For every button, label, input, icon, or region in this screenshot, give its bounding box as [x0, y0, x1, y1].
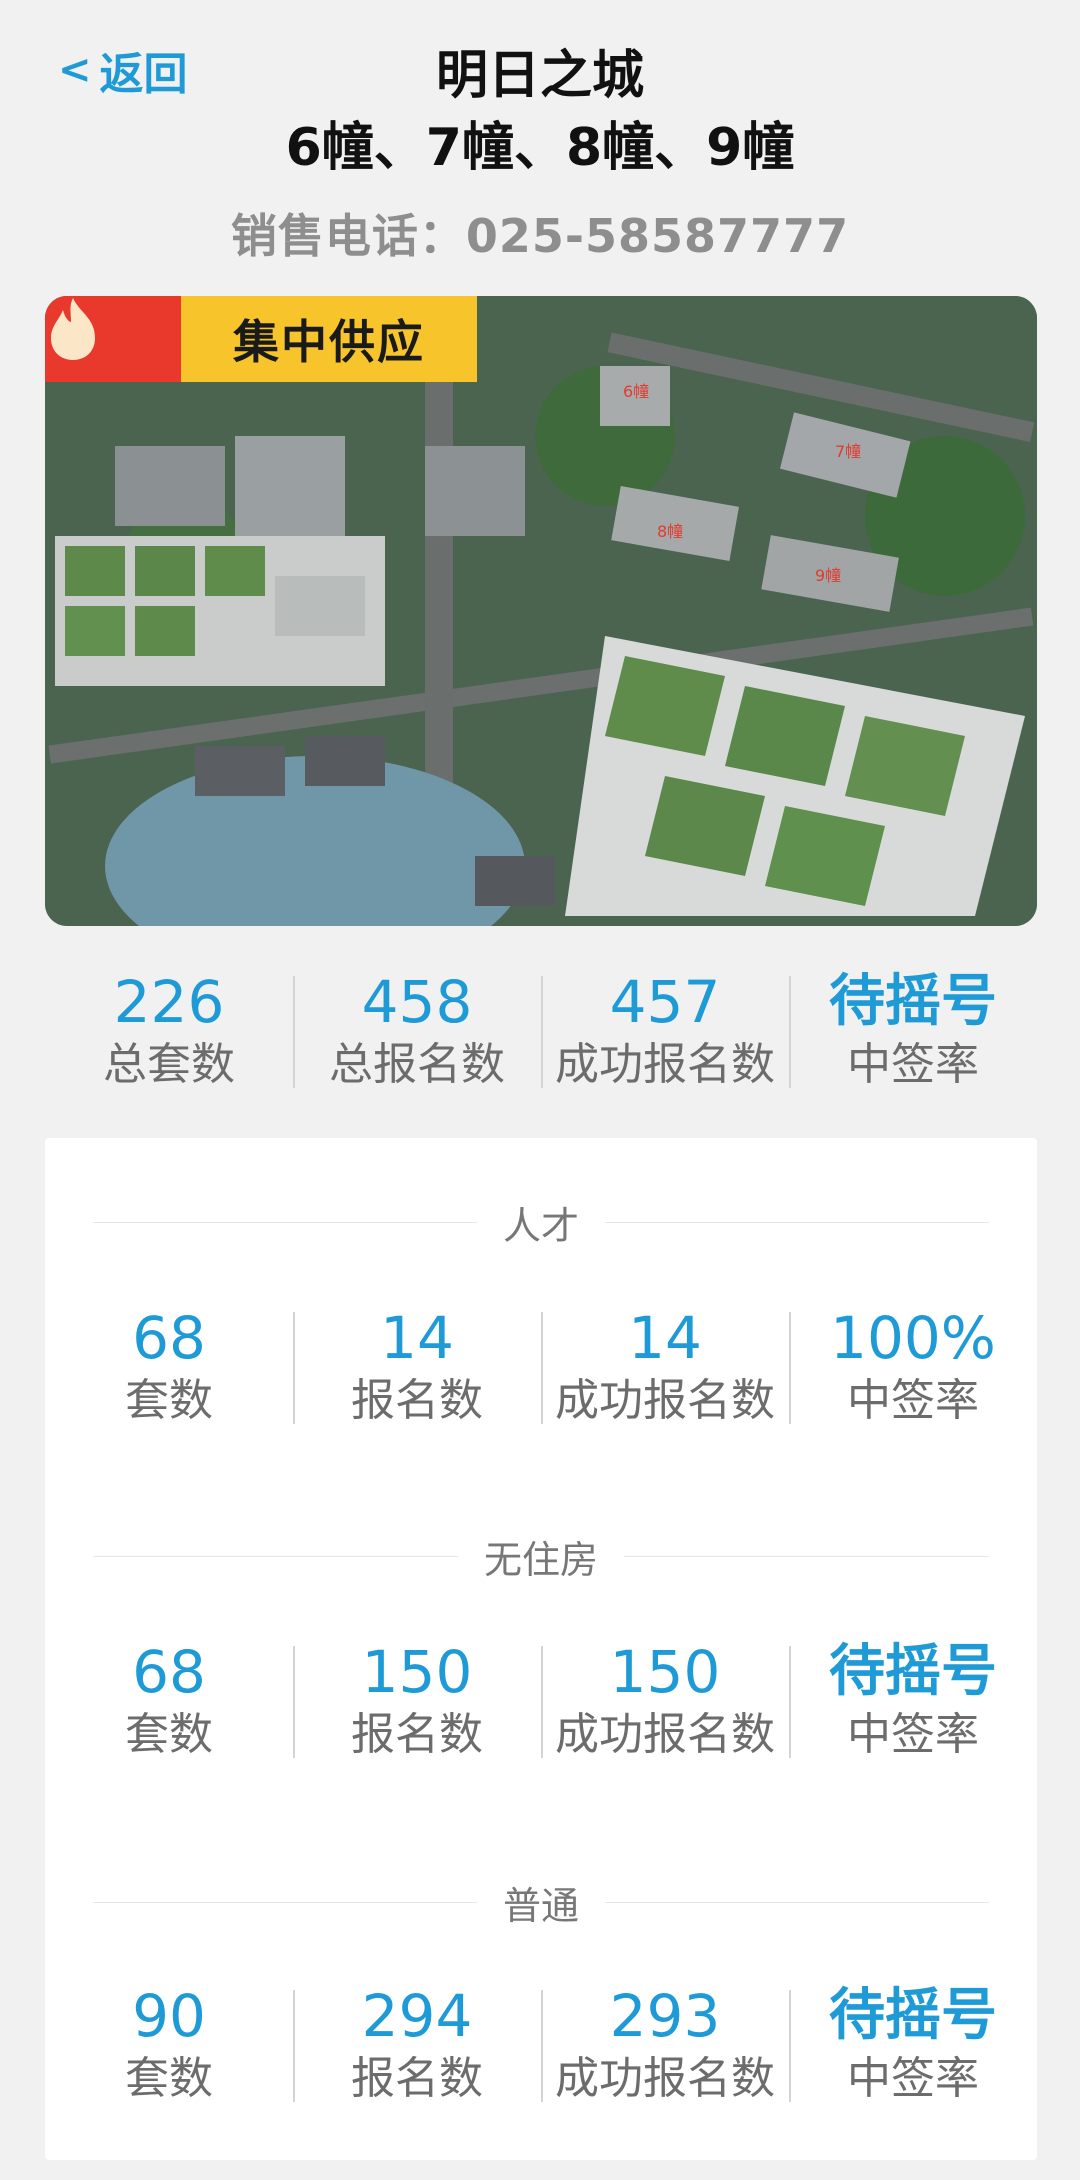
stat-label: 总套数 — [103, 1039, 235, 1090]
divider — [605, 1221, 990, 1223]
badge-text: 集中供应 — [181, 296, 477, 382]
stat-rate: 待摇号 中签率 — [789, 1638, 1037, 1764]
stat-value: 458 — [361, 968, 473, 1036]
category-breakdown-card: 人才 68 套数 14 报名数 14 成功报名数 100% 中签率 无住房 68… — [45, 1138, 1037, 2160]
stat-successful: 14 成功报名数 — [541, 1304, 789, 1430]
section-title: 无住房 — [484, 1537, 599, 1582]
stat-value: 68 — [132, 1638, 206, 1706]
stat-label: 套数 — [125, 2053, 213, 2104]
stat-successful-applicants: 457 成功报名数 — [541, 968, 789, 1094]
building-label-7: 7幢 — [835, 442, 862, 461]
stat-value: 294 — [361, 1982, 473, 2050]
stat-label: 中签率 — [847, 2053, 979, 2104]
section-title: 普通 — [503, 1883, 580, 1928]
building-label-9: 9幢 — [815, 566, 842, 585]
stat-total-applicants: 458 总报名数 — [293, 968, 541, 1094]
page-title: 明日之城 6幢、7幢、8幢、9幢 — [0, 40, 1080, 184]
stat-label: 报名数 — [351, 1709, 483, 1760]
building-label-8: 8幢 — [657, 522, 684, 541]
stat-label: 报名数 — [351, 1375, 483, 1426]
stat-value: 90 — [132, 1982, 206, 2050]
sales-phone[interactable]: 销售电话：025-58587777 — [0, 200, 1080, 266]
stat-units: 68 套数 — [45, 1638, 293, 1764]
stat-label: 成功报名数 — [555, 1039, 775, 1090]
stat-value: 457 — [609, 968, 721, 1036]
stat-value: 100% — [830, 1304, 996, 1372]
stat-label: 总报名数 — [329, 1039, 505, 1090]
divider — [624, 1555, 990, 1557]
title-line2: 6幢、7幢、8幢、9幢 — [285, 118, 795, 178]
section-header-talent: 人才 — [93, 1192, 990, 1252]
stat-applicants: 150 报名数 — [293, 1638, 541, 1764]
stat-value: 14 — [380, 1304, 454, 1372]
supply-badge: 集中供应 — [45, 296, 477, 382]
stat-successful: 150 成功报名数 — [541, 1638, 789, 1764]
divider — [93, 1901, 477, 1903]
stat-label: 中签率 — [847, 1375, 979, 1426]
stat-label: 成功报名数 — [555, 2053, 775, 2104]
page: < 返回 明日之城 6幢、7幢、8幢、9幢 销售电话：025-58587777 — [0, 0, 1080, 2180]
section-stats-no-housing: 68 套数 150 报名数 150 成功报名数 待摇号 中签率 — [45, 1638, 1037, 1764]
section-stats-ordinary: 90 套数 294 报名数 293 成功报名数 待摇号 中签率 — [45, 1982, 1037, 2108]
stat-label: 套数 — [125, 1375, 213, 1426]
stat-value: 14 — [628, 1304, 702, 1372]
title-line1: 明日之城 — [435, 46, 644, 106]
stat-label: 中签率 — [847, 1039, 979, 1090]
flame-icon — [45, 296, 181, 382]
stat-label: 套数 — [125, 1709, 213, 1760]
stat-value: 待摇号 — [829, 1639, 997, 1704]
stat-value: 150 — [361, 1638, 473, 1706]
divider — [93, 1555, 458, 1557]
stat-value: 293 — [609, 1982, 721, 2050]
stat-rate: 待摇号 中签率 — [789, 1982, 1037, 2108]
stat-label: 成功报名数 — [555, 1375, 775, 1426]
stat-total-units: 226 总套数 — [45, 968, 293, 1094]
section-title: 人才 — [503, 1203, 580, 1248]
stat-applicants: 294 报名数 — [293, 1982, 541, 2108]
stat-successful: 293 成功报名数 — [541, 1982, 789, 2108]
stat-win-rate: 待摇号 中签率 — [789, 968, 1037, 1094]
stat-units: 90 套数 — [45, 1982, 293, 2108]
section-header-no-housing: 无住房 — [93, 1526, 990, 1586]
section-stats-talent: 68 套数 14 报名数 14 成功报名数 100% 中签率 — [45, 1304, 1037, 1430]
divider — [93, 1221, 477, 1223]
stat-rate: 100% 中签率 — [789, 1304, 1037, 1430]
stat-value: 待摇号 — [829, 969, 997, 1034]
section-header-ordinary: 普通 — [93, 1872, 990, 1932]
stat-value: 226 — [113, 968, 225, 1036]
stat-label: 中签率 — [847, 1709, 979, 1760]
divider — [605, 1901, 990, 1903]
stat-label: 成功报名数 — [555, 1709, 775, 1760]
aerial-illustration — [45, 296, 1037, 926]
stat-label: 报名数 — [351, 2053, 483, 2104]
stat-applicants: 14 报名数 — [293, 1304, 541, 1430]
summary-stats: 226 总套数 458 总报名数 457 成功报名数 待摇号 中签率 — [45, 968, 1037, 1094]
stat-value: 150 — [609, 1638, 721, 1706]
building-label-6: 6幢 — [623, 382, 650, 401]
stat-value: 待摇号 — [829, 1983, 997, 2048]
stat-units: 68 套数 — [45, 1304, 293, 1430]
stat-value: 68 — [132, 1304, 206, 1372]
project-aerial-image: 6幢 7幢 8幢 9幢 集中供应 — [45, 296, 1037, 926]
